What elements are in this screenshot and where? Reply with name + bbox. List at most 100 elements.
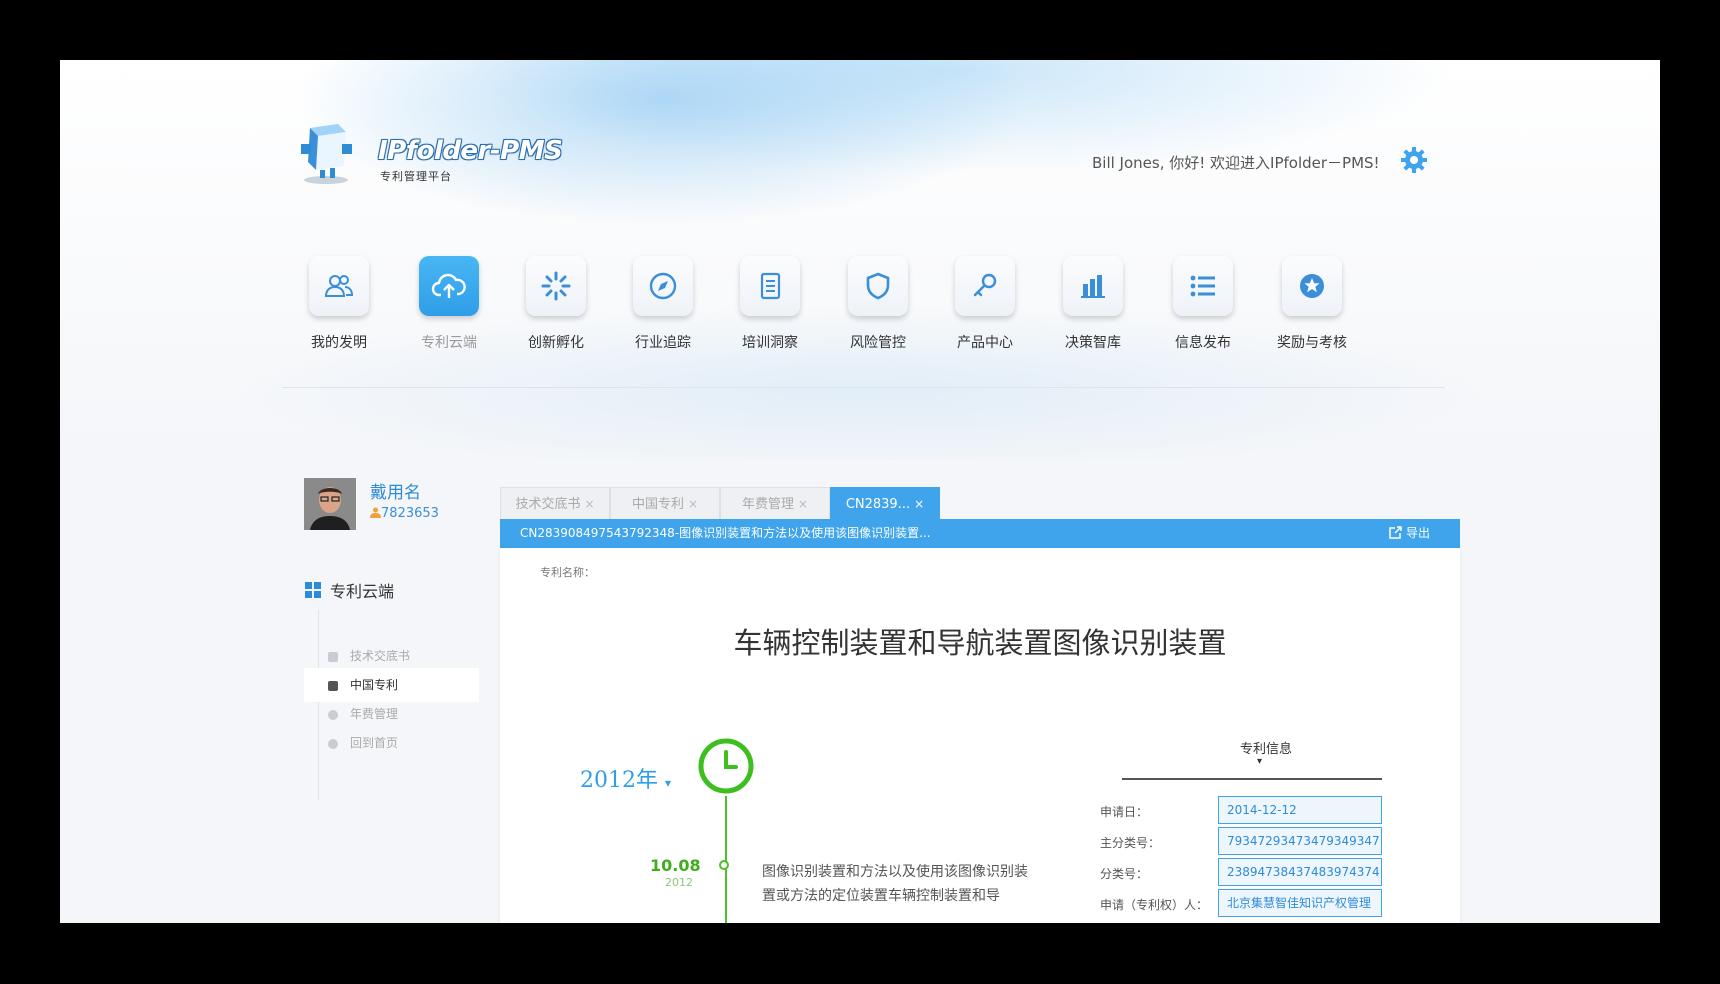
nav-publish[interactable]: 信息发布 <box>1148 256 1258 352</box>
star-icon <box>1300 274 1324 298</box>
sidebar-item-label: 技术交底书 <box>350 649 411 663</box>
device-frame: IPfolder-PMS 专利管理平台 Bill Jones, 你好! 欢迎进入… <box>0 0 1720 984</box>
app-screen: IPfolder-PMS 专利管理平台 Bill Jones, 你好! 欢迎进入… <box>60 60 1660 923</box>
doc-icon <box>328 651 338 662</box>
chevron-down-icon: ▾ <box>665 776 672 790</box>
nav-industry-tracking[interactable]: 行业追踪 <box>608 256 718 352</box>
tab-label: 中国专利 <box>631 497 684 512</box>
nav-button[interactable] <box>309 256 369 316</box>
nav-button[interactable] <box>848 256 908 316</box>
timeline-date: 10.08 <box>650 856 701 875</box>
nav-label: 产品中心 <box>957 335 1013 351</box>
application-date-field[interactable]: 2014-12-12 <box>1218 796 1382 824</box>
main-class-field[interactable]: 79347293473479349347 34 <box>1218 827 1382 855</box>
list-icon <box>1190 275 1215 297</box>
nav-label: 风险管控 <box>850 335 906 351</box>
timeline-date-year: 2012 <box>665 876 693 889</box>
class-field[interactable]: 23894738437483974374 92 <box>1218 858 1382 886</box>
logo-cube-icon <box>301 124 352 184</box>
clock-icon <box>698 738 754 794</box>
nav-button[interactable] <box>419 256 479 316</box>
compass-icon <box>649 272 677 300</box>
nav-button[interactable] <box>740 256 800 316</box>
patent-content: 专利名称： 车辆控制装置和导航装置图像识别装置 2012年 ▾ 10.08 20… <box>500 548 1460 923</box>
info-row-class: 分类号： 23894738437483974374 92 <box>1100 858 1400 886</box>
grid-icon <box>305 582 321 598</box>
document-icon <box>760 272 781 300</box>
user-photo <box>304 478 356 530</box>
close-icon[interactable]: × <box>914 497 924 511</box>
nav-rewards[interactable]: 奖励与考核 <box>1257 256 1367 352</box>
nav-innovation[interactable]: 创新孵化 <box>501 256 611 352</box>
nav-label: 决策智库 <box>1065 335 1121 351</box>
nav-label: 创新孵化 <box>528 335 584 351</box>
nav-button[interactable] <box>526 256 586 316</box>
info-row-applicant: 申请（专利权）人： 北京集慧智佳知识产权管理 <box>1100 889 1400 917</box>
external-link-icon <box>1389 526 1402 539</box>
nav-product-center[interactable]: 产品中心 <box>930 256 1040 352</box>
sparkle-icon <box>541 271 571 301</box>
nav-button[interactable] <box>1282 256 1342 316</box>
close-icon[interactable]: × <box>798 497 808 511</box>
nav-label: 信息发布 <box>1175 335 1231 351</box>
export-label: 导出 <box>1405 526 1430 540</box>
patent-info-divider <box>1122 778 1382 780</box>
close-icon[interactable]: × <box>584 497 594 511</box>
export-button[interactable]: 导出 <box>1389 519 1430 548</box>
shield-icon <box>866 272 890 300</box>
nav-button[interactable] <box>1173 256 1233 316</box>
info-row-main-class: 主分类号： 79347293473479349347 34 <box>1100 827 1400 855</box>
patent-info-title[interactable]: 专利信息 <box>1240 738 1292 757</box>
info-label: 申请日： <box>1100 805 1149 819</box>
cloud-upload-icon <box>431 273 466 298</box>
sidebar: 专利云端 技术交底书 中国专利 年费管理 回到首页 <box>304 578 503 923</box>
nav-button[interactable] <box>955 256 1015 316</box>
users-icon <box>324 275 354 297</box>
year-selector[interactable]: 2012年 ▾ <box>580 762 671 794</box>
nav-button[interactable] <box>633 256 693 316</box>
avatar[interactable] <box>304 478 356 530</box>
tab-disclosure[interactable]: 技术交底书 × <box>500 487 610 519</box>
nav-risk-control[interactable]: 风险管控 <box>823 256 933 352</box>
nav-divider <box>282 387 1445 388</box>
user-name[interactable]: 戴用名 <box>370 478 421 503</box>
sidebar-item-home[interactable]: 回到首页 <box>304 726 479 760</box>
info-label: 申请（专利权）人： <box>1100 898 1209 912</box>
nav-decision[interactable]: 决策智库 <box>1038 256 1148 352</box>
tab-annual-fee[interactable]: 年费管理 × <box>720 487 830 519</box>
tab-patent-detail[interactable]: CN2839... × <box>830 487 940 519</box>
nav-label: 我的发明 <box>311 335 367 351</box>
nav-my-inventions[interactable]: 我的发明 <box>284 256 394 352</box>
back-icon <box>328 738 338 749</box>
main-nav: 我的发明 专利云端 创新孵化 行业追踪 培训洞察 风险管控 产品中心 决策智库 … <box>284 256 1504 366</box>
nav-training[interactable]: 培训洞察 <box>715 256 825 352</box>
brand-subtitle: 专利管理平台 <box>380 170 452 183</box>
close-icon[interactable]: × <box>688 497 698 511</box>
info-label: 分类号： <box>1100 867 1149 881</box>
nav-patent-cloud[interactable]: 专利云端 <box>394 256 504 352</box>
nav-label: 行业追踪 <box>635 335 691 351</box>
chevron-down-icon: ▾ <box>1257 756 1263 767</box>
tab-label: CN2839... <box>845 497 911 512</box>
gear-icon[interactable] <box>1400 146 1428 174</box>
brand-title: IPfolder-PMS <box>378 136 563 166</box>
sidebar-item-label: 回到首页 <box>350 736 399 750</box>
tab-china-patent[interactable]: 中国专利 × <box>610 487 720 519</box>
info-icon <box>328 709 338 720</box>
patent-title: 车辆控制装置和导航装置图像识别装置 <box>733 626 1227 660</box>
info-label: 主分类号： <box>1100 836 1161 850</box>
patent-name-label: 专利名称： <box>540 566 595 579</box>
tab-label: 年费管理 <box>741 497 794 512</box>
tab-label: 技术交底书 <box>515 497 581 512</box>
applicant-field[interactable]: 北京集慧智佳知识产权管理 <box>1218 889 1382 917</box>
bar-chart-icon <box>1081 275 1105 298</box>
nav-label: 奖励与考核 <box>1277 335 1347 351</box>
info-row-application-date: 申请日： 2014-12-12 <box>1100 796 1400 824</box>
flag-icon <box>328 680 338 691</box>
welcome-greeting: Bill Jones, 你好! 欢迎进入IPfolder－PMS! <box>1092 154 1380 172</box>
nav-button[interactable] <box>1063 256 1123 316</box>
document-bar: CN283908497543792348-图像识别装置和方法以及使用该图像识别装… <box>500 519 1460 548</box>
person-icon <box>370 507 381 518</box>
timeline-dot <box>719 860 729 870</box>
nav-label: 培训洞察 <box>742 335 798 351</box>
